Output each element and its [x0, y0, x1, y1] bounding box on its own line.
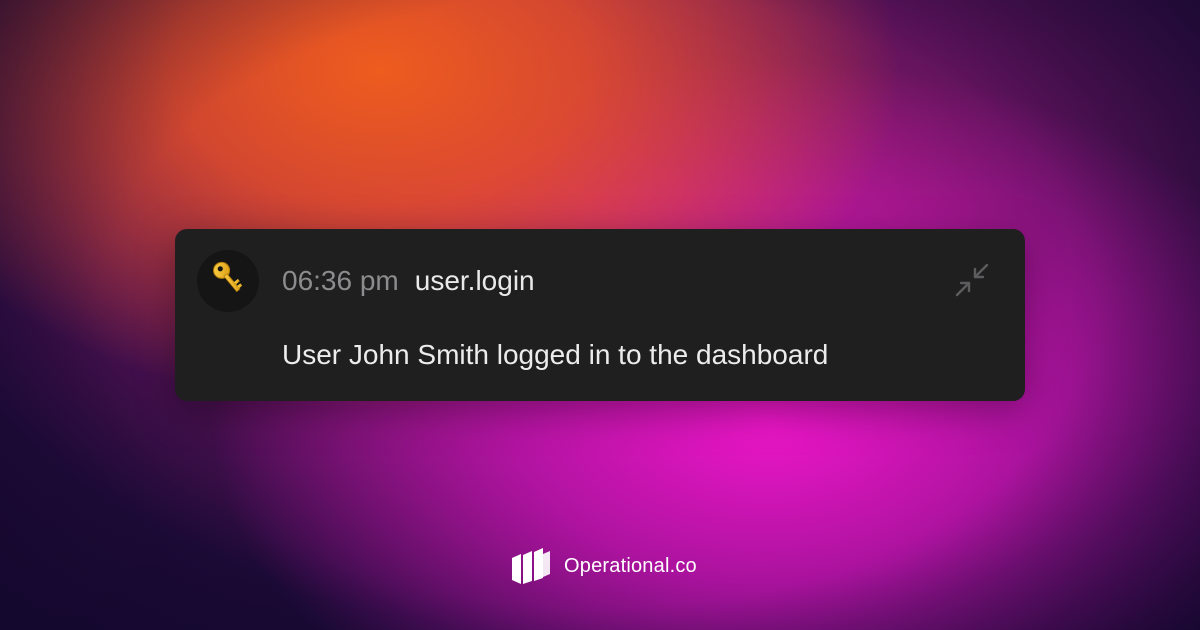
operational-logo-icon — [512, 548, 550, 584]
event-name: user.login — [414, 265, 535, 296]
brand-footer[interactable]: Operational.co — [512, 548, 697, 584]
collapse-button[interactable] — [953, 263, 991, 301]
collapse-arrows-icon — [953, 261, 991, 304]
event-time: 06:36 pm — [282, 265, 399, 296]
brand-name: Operational.co — [564, 554, 697, 577]
key-icon — [208, 258, 248, 304]
event-message: User John Smith logged in to the dashboa… — [282, 339, 829, 370]
event-avatar — [197, 250, 259, 312]
event-card[interactable]: 06:36 pm user.login User John Smith logg… — [175, 229, 1025, 401]
event-header: 06:36 pm user.login — [282, 263, 535, 299]
